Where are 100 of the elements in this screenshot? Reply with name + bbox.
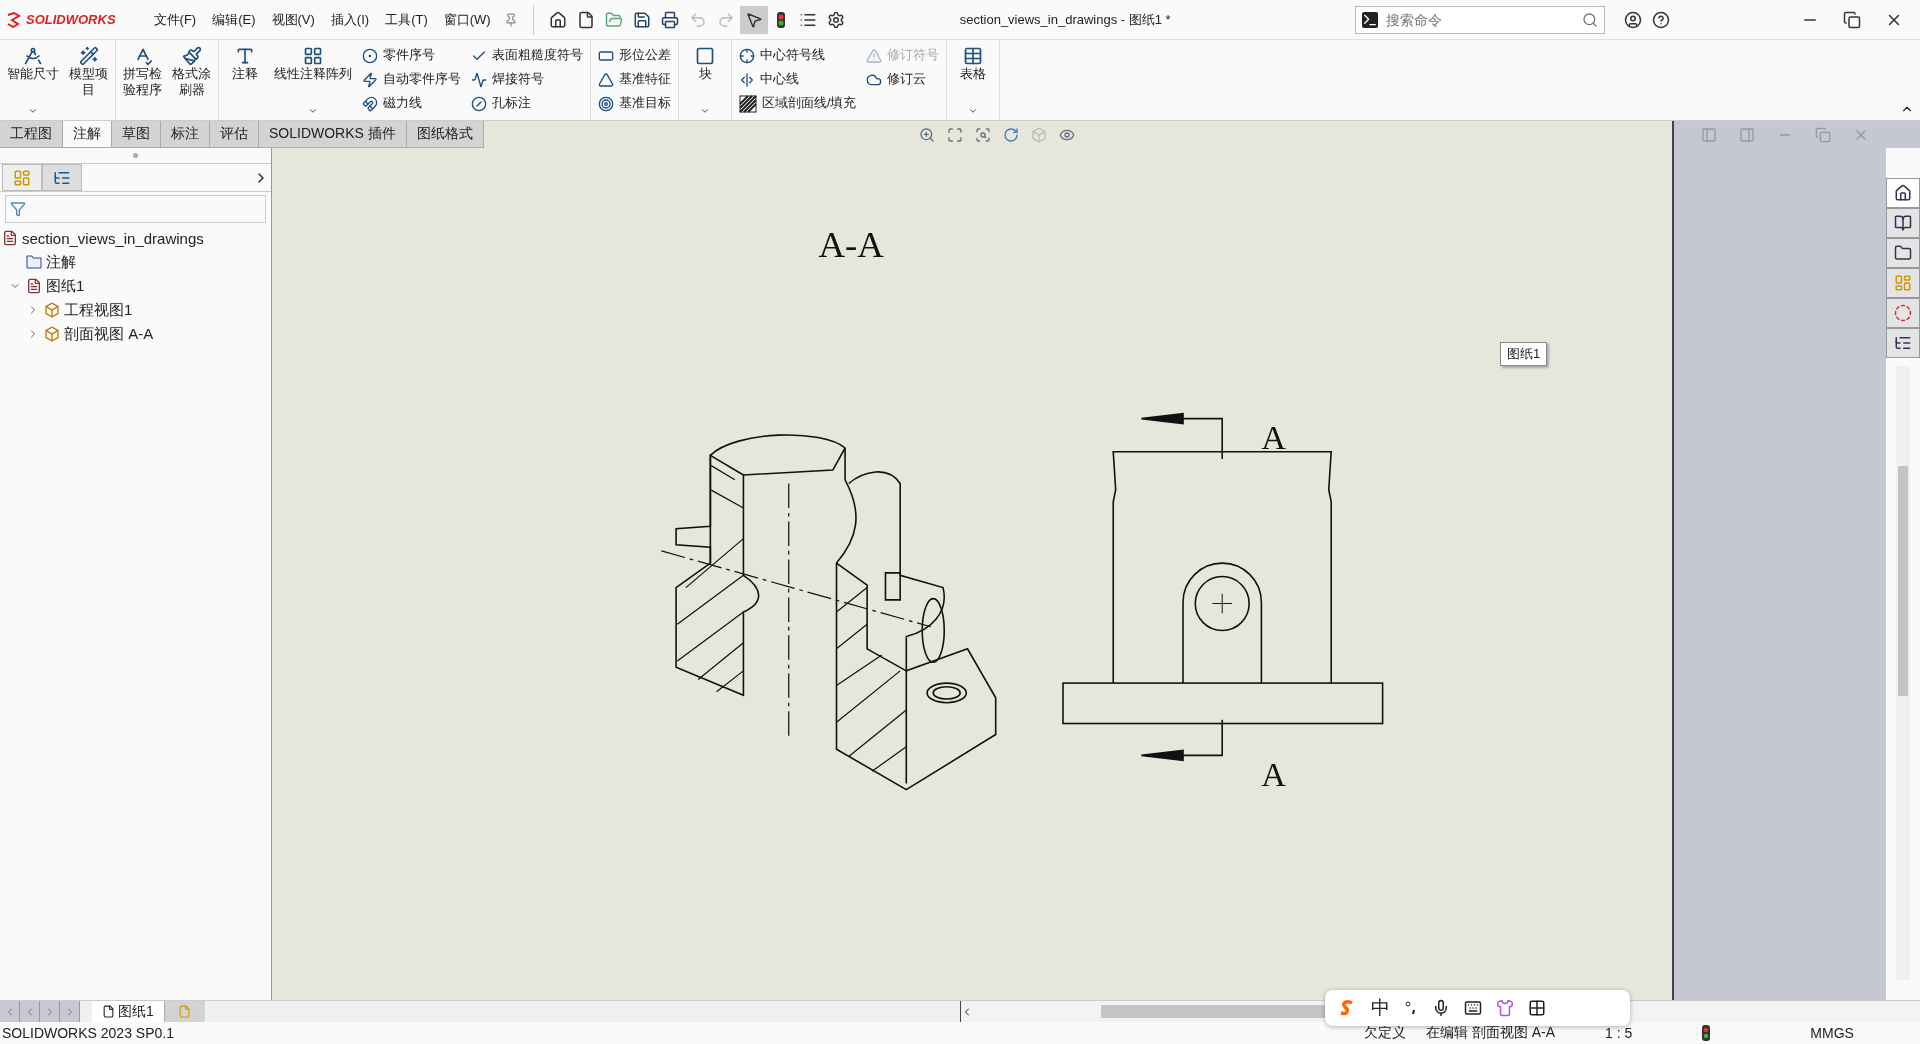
ribbon-button[interactable]: 焊接符号 [468, 69, 586, 90]
ribbon-button[interactable]: 块 [683, 44, 727, 118]
status-text: 在编辑 剖面视图 A-A [1425, 1024, 1556, 1042]
caret-icon[interactable] [28, 106, 38, 116]
menu-item[interactable]: 工具(T) [377, 10, 436, 29]
letter-icon [235, 46, 255, 66]
ribbon-button[interactable]: 表格 [951, 44, 996, 118]
triangle-icon [598, 71, 614, 88]
restore-icon[interactable] [1843, 10, 1861, 29]
vertical-scrollbar[interactable] [1896, 366, 1910, 980]
status-text: MMGS [1810, 1025, 1854, 1041]
table-icon [963, 46, 984, 66]
sheet-tab[interactable]: 图纸1 [92, 1001, 165, 1022]
punctuation-icon[interactable] [1404, 1000, 1418, 1016]
task-pane-tab[interactable] [1886, 238, 1920, 268]
ribbon-tab[interactable]: 注解 [63, 121, 112, 147]
feature-tree-icon [13, 168, 31, 187]
menu-item[interactable]: 文件(F) [145, 10, 205, 29]
new-document-icon[interactable] [576, 10, 595, 29]
view-icon [44, 326, 60, 342]
rotate-icon[interactable] [1002, 126, 1019, 143]
ribbon-button[interactable]: 基准特征 [595, 69, 674, 90]
ribbon-button[interactable]: 自动零件序号 [359, 69, 464, 90]
menu-item[interactable]: 编辑(E) [204, 10, 264, 29]
ribbon-button[interactable]: 智能尺寸 [4, 44, 62, 118]
settings-icon[interactable] [826, 10, 845, 29]
tree-label: 剖面视图 A-A [64, 324, 154, 344]
traffic-light-icon [1702, 1025, 1711, 1041]
caret-icon[interactable] [700, 106, 710, 116]
paintbrush-icon [181, 46, 202, 66]
ribbon-button[interactable]: 中心符号线 [736, 45, 860, 66]
ribbon-button[interactable]: 区域剖面线/填充 [736, 93, 860, 114]
grid-icon[interactable] [1528, 999, 1546, 1017]
status-text: SOLIDWORKS 2023 SP0.1 [2, 1025, 174, 1041]
caret-icon[interactable] [308, 106, 318, 116]
menu-item[interactable]: 视图(V) [263, 10, 323, 29]
search-icon[interactable] [1581, 11, 1598, 28]
ribbon-button[interactable]: 修订云 [863, 69, 943, 90]
panel-tab[interactable] [42, 164, 82, 191]
pin-icon[interactable] [503, 12, 518, 27]
folder-icon [1894, 244, 1912, 262]
ribbon-button[interactable]: 格式涂 刷器 [169, 44, 214, 118]
ribbon-button[interactable]: 孔标注 [468, 93, 586, 114]
select-icon[interactable] [744, 10, 763, 29]
drawing-icon [2, 230, 18, 246]
ribbon-button[interactable]: 零件序号 [359, 45, 464, 66]
task-pane-tab[interactable] [1886, 178, 1920, 208]
zoom-area-icon[interactable] [974, 126, 991, 143]
open-folder-icon[interactable] [604, 10, 623, 29]
filter-field[interactable] [5, 195, 266, 223]
filter-icon [10, 201, 26, 217]
microphone-icon[interactable] [1432, 999, 1450, 1017]
view-palette-icon [1894, 274, 1912, 292]
menu-item[interactable]: 插入(I) [322, 10, 378, 29]
ribbon-button[interactable]: 模型项 目 [66, 44, 111, 118]
task-pane-tab[interactable] [1886, 208, 1920, 238]
ribbon-button[interactable]: 形位公差 [595, 45, 674, 66]
ribbon-button[interactable]: 拼写检 验程序 [120, 44, 165, 118]
ribbon-button[interactable]: 注释 [223, 44, 267, 118]
home-icon[interactable] [548, 10, 567, 29]
logo-icon [6, 11, 22, 28]
search-field[interactable]: 搜索命令 [1383, 10, 1576, 29]
panel-tab[interactable] [2, 164, 42, 191]
centerline-icon [739, 71, 755, 88]
grip-icon[interactable] [133, 153, 138, 158]
save-icon[interactable] [632, 10, 651, 29]
menu-item[interactable]: 窗口(W) [435, 10, 499, 29]
account-icon[interactable] [1623, 10, 1642, 29]
caret-icon[interactable] [968, 106, 979, 116]
ribbon-button[interactable]: 基准目标 [595, 93, 674, 114]
tree-item[interactable]: 剖面视图 A-A [0, 322, 271, 346]
task-pane-tab[interactable] [1886, 328, 1920, 358]
zigzag-icon [471, 71, 487, 88]
tree-item[interactable]: 注解 [0, 250, 271, 274]
ribbon-button[interactable]: 线性注释阵列 [271, 44, 355, 118]
help-icon[interactable] [1651, 10, 1670, 29]
ribbon-button[interactable]: 磁力线 [359, 93, 464, 114]
zoom-fit-icon[interactable] [946, 126, 963, 143]
tile-left-icon[interactable] [1701, 126, 1717, 143]
ribbon-button[interactable]: 表面粗糙度符号 [468, 45, 586, 66]
zoom-icon[interactable] [918, 126, 935, 143]
shirt-icon[interactable] [1496, 999, 1514, 1017]
tree-item[interactable]: section_views_in_drawings [0, 226, 271, 250]
circle-slash-icon [471, 95, 487, 112]
app-logo: SOLIDWORKS [26, 12, 116, 27]
home-icon [1894, 184, 1912, 202]
tree-label: 图纸1 [46, 276, 85, 296]
compass-icon [23, 46, 43, 66]
tree-item[interactable]: 工程视图1 [0, 298, 271, 322]
traffic-light-icon[interactable] [775, 10, 786, 29]
warning-icon [866, 47, 883, 64]
wand-icon [78, 46, 99, 66]
input-mode[interactable]: 中 [1371, 995, 1390, 1021]
keyboard-icon[interactable] [1464, 999, 1482, 1017]
section-label: A [1261, 418, 1286, 457]
ribbon-button[interactable]: 中心线 [736, 69, 860, 90]
tree-item[interactable]: 图纸1 [0, 274, 271, 298]
print-icon[interactable] [660, 10, 679, 29]
search-bar[interactable]: 搜索命令 [1354, 5, 1605, 34]
tile-right-icon[interactable] [1739, 126, 1755, 143]
